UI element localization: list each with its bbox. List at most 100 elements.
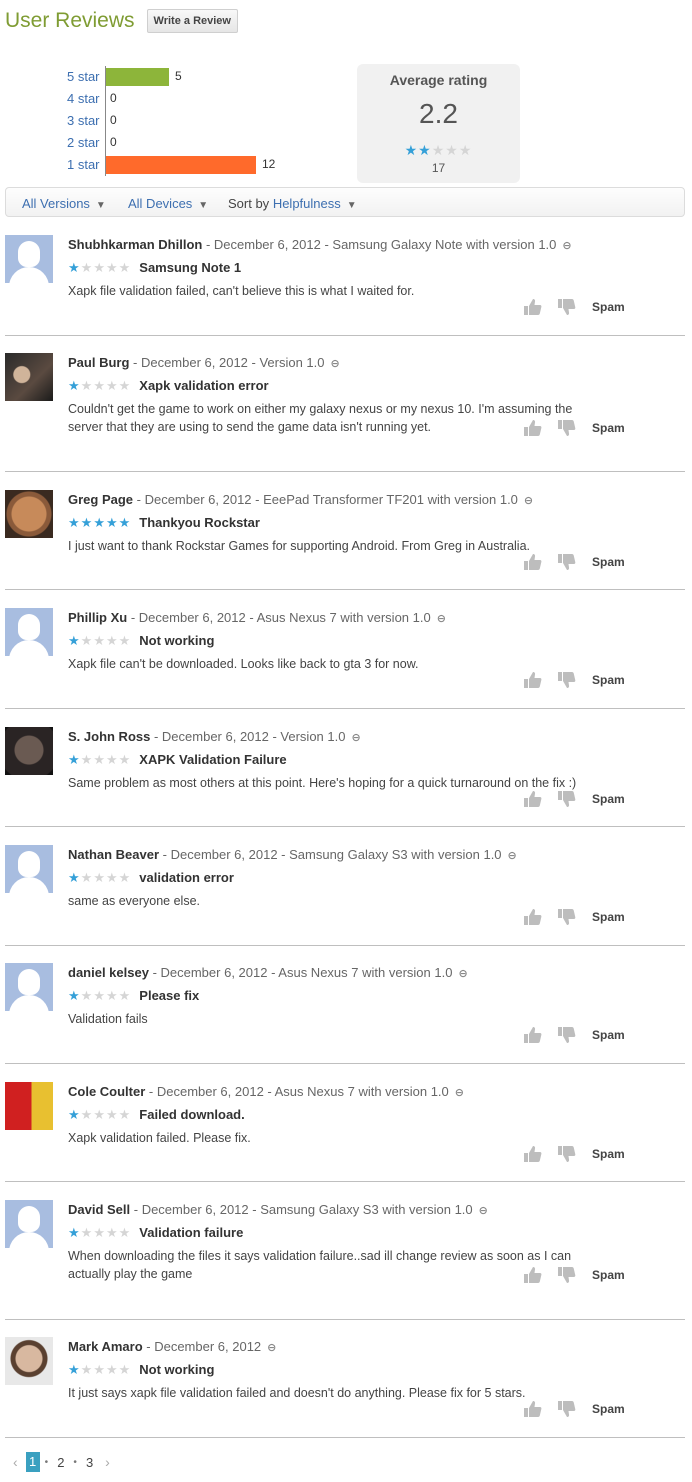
spam-button[interactable]: Spam <box>592 1268 625 1282</box>
review-divider <box>5 471 685 472</box>
thumbs-up-icon[interactable] <box>522 419 542 437</box>
review-actions: Spam <box>522 419 625 437</box>
average-rating-box: Average rating 2.2 ★★★★★ 17 <box>357 64 520 183</box>
spam-button[interactable]: Spam <box>592 673 625 687</box>
thumbs-up-icon[interactable] <box>522 553 542 571</box>
thumbs-up-icon[interactable] <box>522 671 542 689</box>
link-icon[interactable]: ⊖ <box>455 1086 464 1099</box>
avatar[interactable] <box>5 353 53 401</box>
prev-page-icon[interactable]: ‹ <box>13 1454 18 1470</box>
avatar[interactable] <box>5 235 53 283</box>
link-icon[interactable]: ⊖ <box>562 239 571 252</box>
review-header: Phillip Xu - December 6, 2012 - Asus Nex… <box>68 610 446 625</box>
review-stars: ★★★★★ <box>68 1107 131 1122</box>
page-title: User Reviews <box>5 9 135 32</box>
spam-button[interactable]: Spam <box>592 1402 625 1416</box>
histogram-star-label[interactable]: 1 star <box>67 157 107 172</box>
thumbs-up-icon[interactable] <box>522 1145 542 1163</box>
link-icon[interactable]: ⊖ <box>331 357 340 370</box>
histogram-star-label[interactable]: 4 star <box>67 91 107 106</box>
link-icon[interactable]: ⊖ <box>508 849 517 862</box>
page-link[interactable]: 2 <box>53 1455 68 1470</box>
star-icon: ★ <box>68 515 81 530</box>
thumbs-down-icon[interactable] <box>556 298 576 316</box>
sort-filter[interactable]: Sort by Helpfulness ▼ <box>228 196 357 211</box>
review-author[interactable]: David Sell <box>68 1202 130 1217</box>
review-author[interactable]: Shubhkarman Dhillon <box>68 237 202 252</box>
thumbs-up-icon[interactable] <box>522 1400 542 1418</box>
review-meta: - December 6, 2012 - Version 1.0 <box>150 729 346 744</box>
link-icon[interactable]: ⊖ <box>351 731 360 744</box>
link-icon[interactable]: ⊖ <box>267 1341 276 1354</box>
avatar[interactable] <box>5 727 53 775</box>
review-author[interactable]: S. John Ross <box>68 729 150 744</box>
thumbs-down-icon[interactable] <box>556 671 576 689</box>
avatar[interactable] <box>5 490 53 538</box>
thumbs-down-icon[interactable] <box>556 1400 576 1418</box>
spam-button[interactable]: Spam <box>592 1028 625 1042</box>
spam-button[interactable]: Spam <box>592 910 625 924</box>
review-item: Phillip Xu - December 6, 2012 - Asus Nex… <box>5 608 685 708</box>
star-icon: ★ <box>118 260 132 275</box>
review-author[interactable]: Nathan Beaver <box>68 847 159 862</box>
thumbs-down-icon[interactable] <box>556 1266 576 1284</box>
review-author[interactable]: Paul Burg <box>68 355 129 370</box>
histogram-star-label[interactable]: 3 star <box>67 113 107 128</box>
thumbs-down-icon[interactable] <box>556 908 576 926</box>
review-actions: Spam <box>522 908 625 926</box>
star-icon: ★ <box>80 515 94 530</box>
spam-button[interactable]: Spam <box>592 300 625 314</box>
histogram-star-label[interactable]: 5 star <box>67 69 107 84</box>
review-title: Please fix <box>139 988 200 1003</box>
review-author[interactable]: Mark Amaro <box>68 1339 143 1354</box>
thumbs-up-icon[interactable] <box>522 1266 542 1284</box>
thumbs-down-icon[interactable] <box>556 553 576 571</box>
versions-filter[interactable]: All Versions ▼ <box>22 196 106 211</box>
spam-button[interactable]: Spam <box>592 421 625 435</box>
thumbs-up-icon[interactable] <box>522 298 542 316</box>
histogram-axis <box>105 66 106 176</box>
review-author[interactable]: daniel kelsey <box>68 965 149 980</box>
spam-button[interactable]: Spam <box>592 792 625 806</box>
thumbs-down-icon[interactable] <box>556 419 576 437</box>
avatar[interactable] <box>5 1082 53 1130</box>
avatar[interactable] <box>5 845 53 893</box>
review-rating-row: ★★★★★ Not working <box>68 633 214 649</box>
thumbs-up-icon[interactable] <box>522 790 542 808</box>
avatar[interactable] <box>5 963 53 1011</box>
review-author[interactable]: Cole Coulter <box>68 1084 145 1099</box>
thumbs-up-icon[interactable] <box>522 908 542 926</box>
review-header: S. John Ross - December 6, 2012 - Versio… <box>68 729 361 744</box>
star-icon: ★ <box>105 633 119 648</box>
spam-button[interactable]: Spam <box>592 1147 625 1161</box>
avatar[interactable] <box>5 608 53 656</box>
star-icon: ★ <box>105 1362 119 1377</box>
page-link[interactable]: 1 <box>25 1452 40 1472</box>
avatar[interactable] <box>5 1200 53 1248</box>
star-icon: ★ <box>80 1107 94 1122</box>
write-review-button[interactable]: Write a Review <box>146 9 238 33</box>
star-icon: ★ <box>80 260 94 275</box>
page-link[interactable]: 3 <box>82 1455 97 1470</box>
spam-button[interactable]: Spam <box>592 555 625 569</box>
histogram-star-label[interactable]: 2 star <box>67 135 107 150</box>
review-header: daniel kelsey - December 6, 2012 - Asus … <box>68 965 468 980</box>
review-rating-row: ★★★★★ Samsung Note 1 <box>68 260 241 276</box>
thumbs-down-icon[interactable] <box>556 1026 576 1044</box>
review-divider <box>5 1437 685 1438</box>
link-icon[interactable]: ⊖ <box>479 1204 488 1217</box>
thumbs-down-icon[interactable] <box>556 1145 576 1163</box>
link-icon[interactable]: ⊖ <box>437 612 446 625</box>
thumbs-up-icon[interactable] <box>522 1026 542 1044</box>
devices-filter[interactable]: All Devices ▼ <box>128 196 208 211</box>
histogram-count: 0 <box>110 113 117 127</box>
next-page-icon[interactable]: › <box>105 1454 110 1470</box>
thumbs-down-icon[interactable] <box>556 790 576 808</box>
review-author[interactable]: Phillip Xu <box>68 610 127 625</box>
avatar[interactable] <box>5 1337 53 1385</box>
link-icon[interactable]: ⊖ <box>524 494 533 507</box>
review-item: S. John Ross - December 6, 2012 - Versio… <box>5 727 685 826</box>
link-icon[interactable]: ⊖ <box>458 967 467 980</box>
review-author[interactable]: Greg Page <box>68 492 133 507</box>
histogram-row: 5 star 5 <box>60 66 300 88</box>
